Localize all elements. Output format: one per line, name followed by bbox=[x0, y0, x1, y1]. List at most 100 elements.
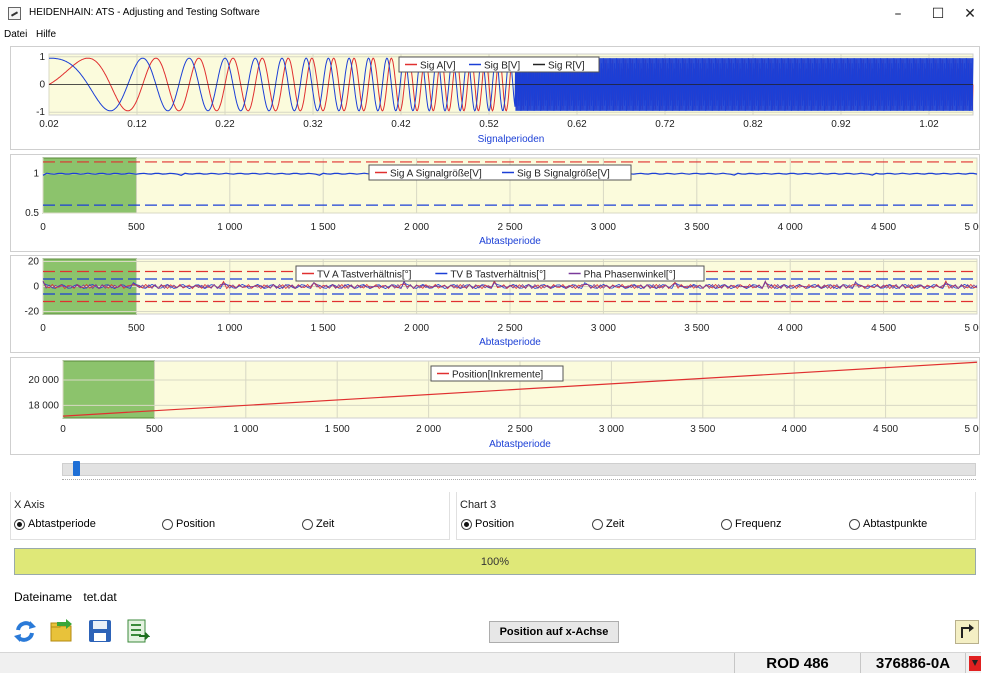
radio-dot[interactable] bbox=[849, 518, 860, 530]
selection-highlight bbox=[62, 360, 155, 419]
radio-chart3-frequenz[interactable]: Frequenz bbox=[721, 518, 781, 530]
legend-entry: Sig A Signalgröße[V] bbox=[390, 169, 482, 180]
x-tick-label: 0.22 bbox=[215, 119, 235, 130]
x-tick-label: 500 bbox=[146, 424, 163, 435]
close-button[interactable]: ✕ bbox=[950, 3, 981, 25]
position-chart-panel: 0 500 1 000 1 500 2 000 2 500 3 000 3 500 4 000 4… bbox=[10, 357, 980, 455]
radio-x-abtastperiode[interactable]: Abtastperiode bbox=[14, 518, 96, 530]
file-info: Dateiname tet.dat bbox=[14, 590, 117, 604]
scroll-slider-thumb[interactable] bbox=[73, 461, 80, 476]
radio-dot[interactable] bbox=[14, 518, 25, 530]
x-tick-label: 500 bbox=[128, 323, 145, 334]
legend-entry: Position[Inkremente] bbox=[452, 370, 543, 381]
x-axis-label: Abtastperiode bbox=[479, 337, 541, 348]
progress-bar: 100% bbox=[14, 548, 976, 575]
legend-entry: TV B Tastverhältnis[°] bbox=[450, 270, 546, 281]
y-tick-label: 20 bbox=[28, 257, 40, 268]
legend-entry: Sig R[V] bbox=[548, 61, 585, 72]
x-tick-label: 2 000 bbox=[404, 222, 429, 233]
y-tick-label: 1 bbox=[33, 169, 39, 180]
y-tick-label: 0 bbox=[33, 282, 39, 293]
y-tick-label: 1 bbox=[39, 52, 45, 63]
position-chart[interactable]: 0 500 1 000 1 500 2 000 2 500 3 000 3 500 4 000 4… bbox=[11, 358, 979, 454]
legend-entry: Sig B[V] bbox=[484, 61, 520, 72]
radio-label: Zeit bbox=[316, 518, 335, 530]
x-tick-label: 2 000 bbox=[416, 424, 441, 435]
radio-chart3-zeit[interactable]: Zeit bbox=[592, 518, 624, 530]
x-tick-label: 2 500 bbox=[507, 424, 532, 435]
x-tick-label: 4 000 bbox=[782, 424, 807, 435]
radio-label: Frequenz bbox=[735, 518, 782, 530]
status-model: ROD 486 bbox=[734, 653, 860, 673]
refresh-icon[interactable] bbox=[12, 618, 38, 644]
x-tick-label: 4 500 bbox=[873, 424, 898, 435]
x-tick-label: 0.32 bbox=[303, 119, 323, 130]
title-bar: HEIDENHAIN: ATS - Adjusting and Testing … bbox=[0, 0, 981, 27]
duty-cycle-chart[interactable]: 0 500 1 000 1 500 2 000 2 500 3 000 3 500 4 000 4… bbox=[11, 256, 979, 352]
x-tick-label: 0 bbox=[40, 323, 46, 334]
file-label: Dateiname bbox=[14, 590, 73, 604]
signal-chart-panel: 0.02 0.12 0.22 0.32 0.42 0.52 0.62 0.72 0.82 0.92… bbox=[10, 46, 980, 150]
x-tick-label: 1 000 bbox=[233, 424, 258, 435]
x-tick-label: 4 000 bbox=[778, 222, 803, 233]
legend-entry: Sig B Signalgröße[V] bbox=[517, 169, 610, 180]
x-tick-label: 0.02 bbox=[39, 119, 59, 130]
app-icon bbox=[8, 7, 21, 20]
slider-ticks bbox=[62, 479, 976, 482]
x-tick-label: 0 bbox=[40, 222, 46, 233]
x-tick-label: 500 bbox=[128, 222, 145, 233]
radio-chart3-abtastpunkte[interactable]: Abtastpunkte bbox=[849, 518, 927, 530]
x-axis-label: Abtastperiode bbox=[489, 439, 551, 450]
x-tick-label: 3 000 bbox=[591, 222, 616, 233]
radio-dot[interactable] bbox=[461, 518, 472, 530]
x-tick-label: 1 500 bbox=[311, 323, 336, 334]
x-tick-label: 4 500 bbox=[871, 222, 896, 233]
duty-cycle-chart-panel: 0 500 1 000 1 500 2 000 2 500 3 000 3 500 4 000 4… bbox=[10, 255, 980, 353]
x-tick-label: 1 000 bbox=[217, 222, 242, 233]
radio-label: Abtastpunkte bbox=[863, 518, 928, 530]
x-axis-group-title: X Axis bbox=[14, 499, 45, 511]
y-tick-label: -1 bbox=[36, 107, 45, 118]
radio-label: Abtastperiode bbox=[28, 518, 96, 530]
open-folder-icon[interactable] bbox=[48, 618, 74, 644]
signal-size-chart[interactable]: 0 500 1 000 1 500 2 000 2 500 3 000 3 500 4 000 4… bbox=[11, 155, 979, 251]
x-tick-label: 5 000 bbox=[964, 323, 979, 334]
radio-x-position[interactable]: Position bbox=[162, 518, 215, 530]
x-tick-label: 0.62 bbox=[567, 119, 587, 130]
x-tick-label: 2 000 bbox=[404, 323, 429, 334]
y-tick-label: 20 000 bbox=[28, 375, 59, 386]
radio-label: Position bbox=[475, 518, 515, 530]
menu-hilfe[interactable]: Hilfe bbox=[36, 29, 56, 40]
chart3-group-title: Chart 3 bbox=[460, 499, 497, 511]
radio-dot[interactable] bbox=[162, 518, 173, 530]
radio-x-zeit[interactable]: Zeit bbox=[302, 518, 334, 530]
x-tick-label: 3 500 bbox=[690, 424, 715, 435]
x-tick-label: 1 500 bbox=[325, 424, 350, 435]
radio-chart3-position[interactable]: Position bbox=[461, 518, 514, 530]
x-tick-label: 0.12 bbox=[127, 119, 147, 130]
x-tick-label: 0.52 bbox=[479, 119, 499, 130]
x-axis-label: Signalperioden bbox=[478, 134, 545, 145]
radio-dot[interactable] bbox=[721, 518, 732, 530]
radio-dot[interactable] bbox=[592, 518, 603, 530]
legend-entry: Sig A[V] bbox=[420, 61, 456, 72]
menu-datei[interactable]: Datei bbox=[4, 29, 27, 40]
x-tick-label: 0.42 bbox=[391, 119, 411, 130]
minimize-button[interactable]: – bbox=[878, 3, 918, 25]
x-tick-label: 5 000 bbox=[964, 222, 979, 233]
x-tick-label: 4 500 bbox=[871, 323, 896, 334]
back-arrow-icon[interactable] bbox=[955, 620, 979, 644]
x-tick-label: 0.72 bbox=[655, 119, 675, 130]
x-tick-label: 2 500 bbox=[497, 222, 522, 233]
x-tick-label: 0.92 bbox=[831, 119, 851, 130]
radio-dot[interactable] bbox=[302, 518, 313, 530]
y-tick-label: 0 bbox=[39, 80, 45, 91]
scroll-slider-track[interactable] bbox=[62, 463, 976, 476]
x-tick-label: 1 500 bbox=[311, 222, 336, 233]
export-icon[interactable] bbox=[124, 618, 151, 644]
position-x-axis-button[interactable]: Position auf x-Achse bbox=[489, 621, 619, 643]
signal-chart[interactable]: 0.02 0.12 0.22 0.32 0.42 0.52 0.62 0.72 0.82 0.92… bbox=[11, 47, 979, 149]
x-tick-label: 4 000 bbox=[778, 323, 803, 334]
save-icon[interactable] bbox=[87, 618, 113, 644]
x-tick-label: 3 000 bbox=[599, 424, 624, 435]
